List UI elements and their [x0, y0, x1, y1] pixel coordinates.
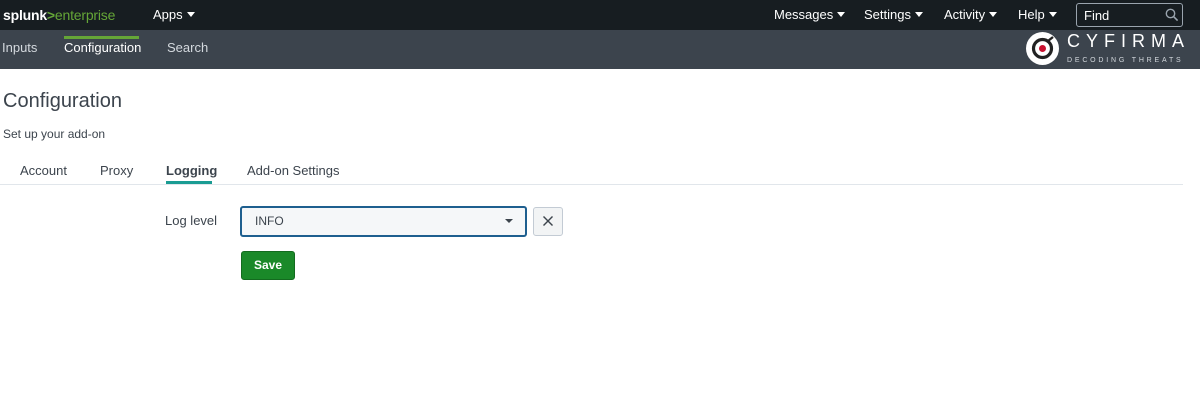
clear-button[interactable]	[533, 207, 563, 236]
page-subtitle: Set up your add-on	[3, 127, 106, 141]
caret-down-icon	[837, 12, 846, 17]
tab-logging[interactable]: Logging	[166, 162, 217, 179]
tab-add-on-settings[interactable]: Add-on Settings	[247, 162, 340, 179]
page-title: Configuration	[3, 90, 122, 112]
nav-item-search[interactable]: Search	[167, 30, 208, 69]
caret-down-icon	[505, 219, 513, 223]
settings-menu[interactable]: Settings	[864, 0, 923, 30]
caret-down-icon	[989, 12, 998, 17]
help-menu-label: Help	[1018, 7, 1045, 22]
logo-enterprise-text: enterprise	[54, 7, 116, 23]
log-level-label: Log level	[165, 213, 218, 228]
brand-name: CYFIRMA	[1067, 31, 1190, 51]
caret-down-icon	[1048, 12, 1057, 17]
activity-menu-label: Activity	[944, 7, 986, 22]
apps-menu[interactable]: Apps	[153, 0, 195, 30]
apps-menu-label: Apps	[153, 7, 183, 22]
settings-menu-label: Settings	[864, 7, 911, 22]
top-bar: splunk>enterprise Apps Messages Settings…	[0, 0, 1200, 30]
caret-down-icon	[186, 12, 195, 17]
nav-active-indicator	[64, 36, 139, 39]
log-level-select[interactable]: INFO	[240, 206, 527, 237]
activity-menu[interactable]: Activity	[944, 0, 998, 30]
brand-tagline: DECODING THREATS	[1067, 57, 1184, 64]
log-level-value: INFO	[255, 214, 284, 228]
find-input[interactable]: Find	[1076, 3, 1183, 27]
messages-menu-label: Messages	[774, 7, 834, 22]
tab-account[interactable]: Account	[20, 162, 67, 179]
search-icon	[1165, 8, 1179, 22]
messages-menu[interactable]: Messages	[774, 0, 846, 30]
tab-proxy[interactable]: Proxy	[100, 162, 133, 179]
app-bar: Inputs Configuration Search	[0, 30, 1200, 69]
splunk-logo[interactable]: splunk>enterprise	[3, 6, 115, 24]
cyfirma-logo-icon	[1026, 32, 1059, 65]
caret-down-icon	[914, 12, 923, 17]
find-input-label: Find	[1084, 8, 1110, 23]
save-button[interactable]: Save	[241, 251, 295, 280]
close-icon	[543, 216, 553, 226]
help-menu[interactable]: Help	[1018, 0, 1057, 30]
logo-chevron-text: >	[46, 7, 55, 23]
logo-splunk-text: splunk	[3, 7, 47, 23]
nav-item-inputs[interactable]: Inputs	[2, 30, 37, 69]
tabs-divider	[0, 184, 1183, 185]
